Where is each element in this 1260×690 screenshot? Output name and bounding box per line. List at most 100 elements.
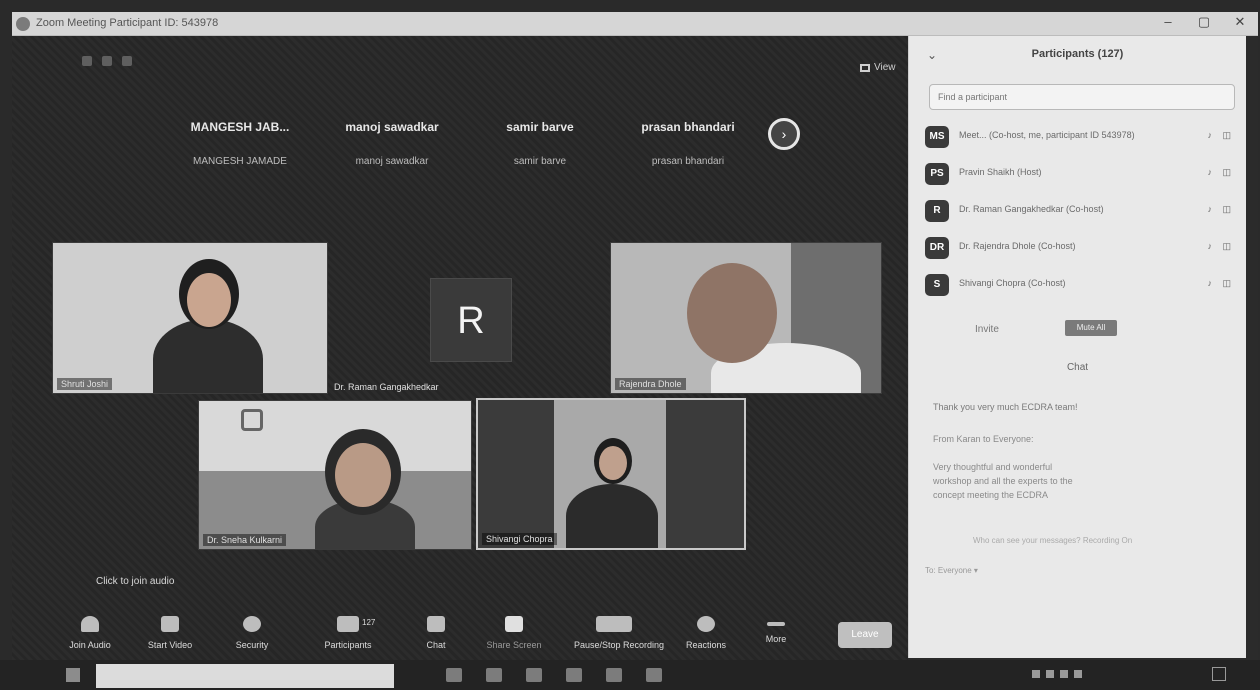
view-button[interactable]: View — [860, 62, 896, 73]
name-tile-label: manoj sawadkar — [355, 156, 429, 167]
tool-label: Security — [235, 640, 269, 650]
video-tile[interactable]: Dr. Sneha Kulkarni — [198, 400, 472, 550]
store-icon[interactable] — [566, 668, 582, 682]
name-tile-title: MANGESH JAB... — [190, 120, 290, 134]
chat-message: Very thoughtful and wonderful — [933, 462, 1053, 472]
maximize-icon[interactable]: ▢ — [1196, 14, 1212, 30]
name-tile[interactable]: prasan bhandari prasan bhandari — [618, 120, 758, 167]
recording-button[interactable]: Pause/Stop Recording — [574, 616, 664, 650]
name-tile[interactable]: samir barve samir barve — [470, 120, 610, 167]
recording-status-icon[interactable] — [122, 56, 132, 66]
avatar: MS — [925, 126, 949, 148]
task-view-icon[interactable] — [446, 668, 462, 682]
windows-start-icon[interactable] — [66, 668, 80, 682]
record-icon — [596, 616, 632, 632]
participant-name: Meet... (Co-host, me, participant ID 543… — [959, 130, 1135, 140]
battery-icon[interactable] — [1074, 670, 1082, 678]
mic-video-status-icons: ♪ ◫ — [1207, 130, 1235, 140]
share-screen-button[interactable]: Share Screen — [474, 616, 554, 650]
video-tile[interactable]: Rajendra Dhole — [610, 242, 882, 394]
join-audio-button[interactable]: Join Audio — [50, 616, 130, 650]
participant-row[interactable]: MS Meet... (Co-host, me, participant ID … — [925, 122, 1235, 159]
share-icon — [505, 616, 523, 632]
leave-button[interactable]: Leave — [838, 622, 892, 648]
participant-video — [651, 257, 861, 393]
invite-button[interactable]: Invite — [975, 324, 999, 335]
shield-status-icon[interactable] — [102, 56, 112, 66]
headphones-icon — [81, 616, 99, 632]
name-tile-title: samir barve — [506, 120, 574, 134]
participant-row[interactable]: DR Dr. Rajendra Dhole (Co-host) ♪ ◫ — [925, 233, 1235, 270]
volume-icon[interactable] — [1060, 670, 1068, 678]
participant-video — [309, 425, 419, 549]
window-title: Zoom Meeting Participant ID: 543978 — [36, 17, 219, 29]
system-tray — [1032, 670, 1082, 678]
tool-label: Participants — [324, 640, 372, 650]
participant-name: Dr. Raman Gangakhedkar (Co-host) — [959, 204, 1104, 214]
video-icon — [161, 616, 179, 632]
chat-message: Thank you very much ECDRA team! — [933, 402, 1078, 412]
join-audio-hint[interactable]: Click to join audio — [96, 576, 174, 587]
avatar: R — [925, 200, 949, 222]
avatar: PS — [925, 163, 949, 185]
reactions-button[interactable]: Reactions — [666, 616, 746, 650]
name-tile-label: samir barve — [513, 156, 567, 167]
mail-icon[interactable] — [606, 668, 622, 682]
browser-icon[interactable] — [486, 668, 502, 682]
more-button[interactable]: More — [736, 616, 816, 644]
participants-icon — [337, 616, 359, 632]
taskbar-apps — [446, 668, 662, 682]
video-tile[interactable]: Shruti Joshi — [52, 242, 328, 394]
security-button[interactable]: Security — [212, 616, 292, 650]
chat-recipient-select[interactable]: To: Everyone ▾ — [925, 566, 978, 575]
tray-arrow-icon[interactable] — [1032, 670, 1040, 678]
name-tile-title: prasan bhandari — [641, 120, 735, 134]
participant-row[interactable]: S Shivangi Chopra (Co-host) ♪ ◫ — [925, 270, 1235, 307]
file-explorer-icon[interactable] — [526, 668, 542, 682]
participant-video — [566, 434, 658, 548]
chat-button[interactable]: Chat — [396, 616, 476, 650]
meeting-toolbar: Join Audio Start Video Security 127 Part… — [60, 616, 896, 660]
participant-name: Dr. Rajendra Dhole (Co-host) — [959, 241, 1076, 251]
os-taskbar — [0, 660, 1260, 690]
minimize-icon[interactable]: – — [1160, 14, 1176, 30]
avatar: DR — [925, 237, 949, 259]
notification-icon[interactable] — [1212, 667, 1226, 681]
avatar-tile[interactable]: R — [430, 278, 512, 362]
chat-title: Chat — [1066, 362, 1089, 373]
avatar: S — [925, 274, 949, 296]
mic-video-status-icons: ♪ ◫ — [1207, 278, 1235, 288]
chat-visibility-note[interactable]: Who can see your messages? Recording On — [973, 536, 1132, 545]
next-page-button[interactable]: › — [768, 118, 800, 150]
tool-label: More — [765, 634, 787, 644]
participants-button[interactable]: 127 Participants — [308, 616, 388, 650]
panel-title: Participants (127) — [1031, 48, 1124, 60]
mic-video-status-icons: ♪ ◫ — [1207, 167, 1235, 177]
shield-icon — [243, 616, 261, 632]
chat-sender: From Karan to Everyone: — [933, 434, 1034, 444]
participant-row[interactable]: PS Pravin Shaikh (Host) ♪ ◫ — [925, 159, 1235, 196]
video-tile-label: Shivangi Chopra — [482, 533, 557, 545]
info-icon[interactable] — [82, 56, 92, 66]
name-tile-label: MANGESH JAMADE — [193, 156, 287, 167]
participants-panel: ⌄ Participants (127) Find a participant … — [908, 36, 1246, 658]
participant-count: 127 — [362, 618, 376, 627]
active-speaker-tile[interactable]: Shivangi Chopra — [476, 398, 746, 550]
chat-message: concept meeting the ECDRA — [933, 490, 1049, 500]
tool-label: Chat — [426, 640, 446, 650]
meeting-info-icons — [82, 56, 132, 66]
window-controls: – ▢ ✕ — [1160, 14, 1248, 30]
close-icon[interactable]: ✕ — [1232, 14, 1248, 30]
participant-row[interactable]: R Dr. Raman Gangakhedkar (Co-host) ♪ ◫ — [925, 196, 1235, 233]
participant-search-input[interactable]: Find a participant — [929, 84, 1235, 110]
start-video-button[interactable]: Start Video — [130, 616, 210, 650]
name-tile[interactable]: manoj sawadkar manoj sawadkar — [322, 120, 462, 167]
mute-all-button[interactable]: Mute All — [1065, 320, 1117, 336]
zoom-taskbar-icon[interactable] — [646, 668, 662, 682]
more-icon — [767, 622, 785, 626]
view-label: View — [874, 62, 896, 73]
taskbar-search-box[interactable] — [96, 664, 394, 688]
network-icon[interactable] — [1046, 670, 1054, 678]
mic-video-status-icons: ♪ ◫ — [1207, 204, 1235, 214]
name-tile[interactable]: MANGESH JAB... MANGESH JAMADE — [170, 120, 310, 167]
